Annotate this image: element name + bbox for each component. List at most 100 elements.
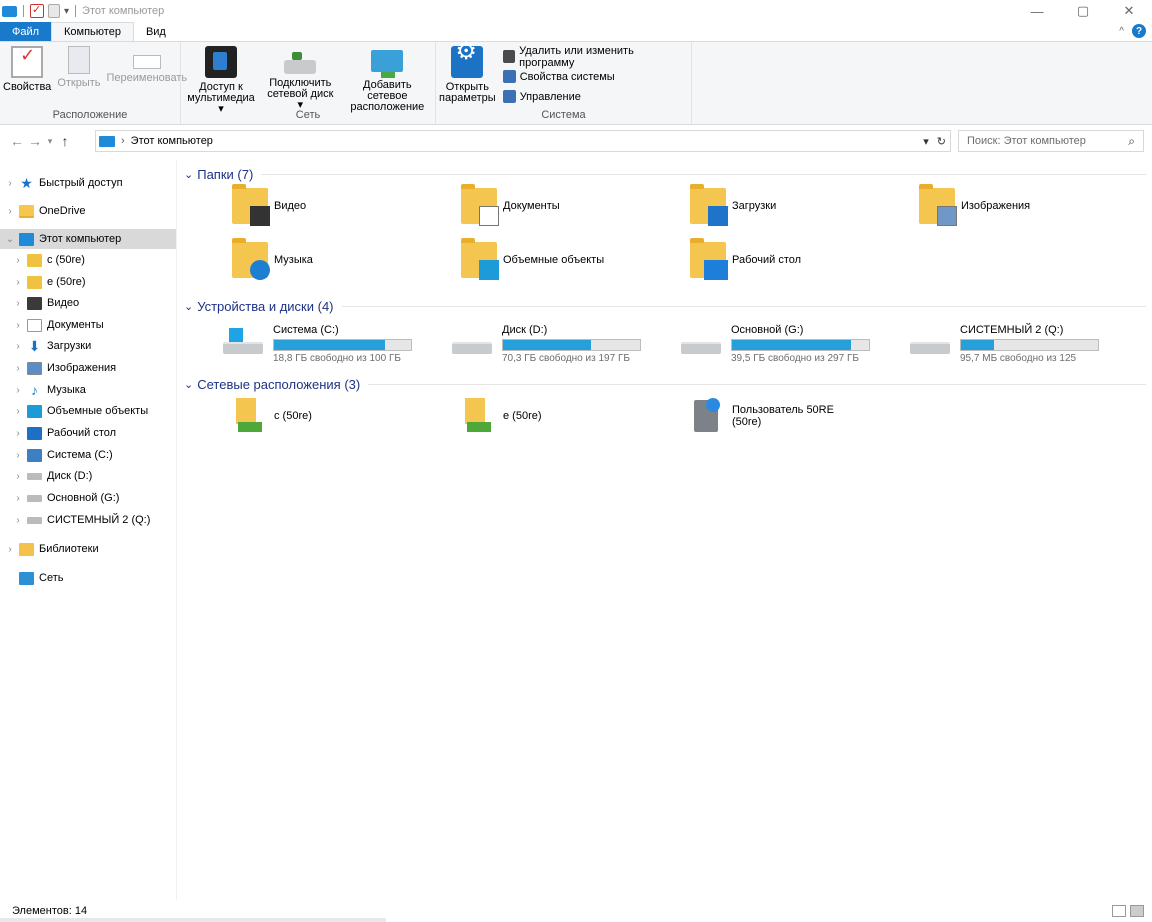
system-properties-icon: [502, 70, 516, 83]
sidebar-item-onedrive[interactable]: › OneDrive: [0, 201, 176, 221]
rename-icon: [132, 55, 161, 69]
chevron-right-icon[interactable]: ›: [13, 406, 23, 417]
network-group-header[interactable]: ⌄ Сетевые расположения (3): [184, 375, 1146, 393]
sidebar-item-pictures[interactable]: › Изображения: [0, 358, 176, 378]
back-arrow-icon[interactable]: ←: [8, 133, 26, 149]
address-bar[interactable]: › Этот компьютер ▾ ↻: [95, 130, 951, 152]
sidebar-item-drive-g[interactable]: › Основной (G:): [0, 488, 176, 508]
chevron-right-icon[interactable]: ›: [13, 341, 23, 352]
chevron-right-icon[interactable]: ›: [13, 471, 23, 482]
chevron-down-icon[interactable]: ⌄: [5, 234, 15, 245]
tab-view[interactable]: Вид: [134, 22, 178, 41]
chevron-down-icon[interactable]: ⌄: [184, 378, 193, 391]
chevron-right-icon[interactable]: ›: [13, 298, 23, 309]
hard-drive-icon: [27, 472, 42, 480]
folder-tile-pictures[interactable]: Изображения: [865, 182, 1090, 230]
sidebar-item-label: Этот компьютер: [39, 233, 122, 245]
tab-computer[interactable]: Компьютер: [51, 22, 134, 41]
title-bar: ▾ Этот компьютер — ▢ ✕: [0, 0, 1152, 22]
folder-tile-desktop[interactable]: Рабочий стол: [636, 236, 861, 284]
sidebar-item-3d-objects[interactable]: › Объемные объекты: [0, 401, 176, 421]
sidebar-item-music[interactable]: › ♪ Музыка: [0, 380, 176, 400]
sidebar-item-c-50re[interactable]: › c (50re): [0, 250, 176, 270]
folder-tile-3d-objects[interactable]: Объемные объекты: [407, 236, 632, 284]
sidebar-item-drive-q[interactable]: › СИСТЕМНЫЙ 2 (Q:): [0, 510, 176, 530]
folder-tile-documents[interactable]: Документы: [407, 182, 632, 230]
drive-tile-d[interactable]: Диск (D:) 70,3 ГБ свободно из 197 ГБ: [407, 320, 641, 368]
help-icon[interactable]: ?: [1132, 24, 1146, 38]
sidebar-item-label: Рабочий стол: [47, 427, 117, 439]
drive-tile-g[interactable]: Основной (G:) 39,5 ГБ свободно из 297 ГБ: [636, 320, 870, 368]
system-properties-button[interactable]: Свойства системы: [502, 68, 685, 85]
chevron-right-icon[interactable]: ›: [13, 385, 23, 396]
pictures-icon: [937, 206, 957, 226]
refresh-icon[interactable]: ↻: [937, 135, 946, 148]
minimize-button[interactable]: —: [1014, 0, 1060, 22]
sidebar-item-desktop[interactable]: › Рабочий стол: [0, 423, 176, 443]
new-folder-icon[interactable]: [48, 4, 60, 18]
chevron-right-icon[interactable]: ›: [5, 178, 15, 189]
chevron-right-icon[interactable]: ›: [13, 320, 23, 331]
address-dropdown-icon[interactable]: ▾: [923, 135, 929, 148]
chevron-right-icon[interactable]: ›: [13, 277, 23, 288]
drive-tile-c[interactable]: Система (C:) 18,8 ГБ свободно из 100 ГБ: [178, 320, 412, 368]
network-tile-c-50re[interactable]: c (50re): [178, 392, 403, 440]
network-header-label: Сетевые расположения (3): [197, 376, 361, 392]
forward-arrow-icon[interactable]: →: [26, 133, 44, 149]
sidebar-item-libraries[interactable]: › Библиотеки: [0, 539, 176, 559]
drives-group-header[interactable]: ⌄ Устройства и диски (4): [184, 297, 1146, 315]
sidebar-item-drive-c[interactable]: › Система (C:): [0, 445, 176, 465]
details-view-icon[interactable]: [1112, 905, 1126, 917]
hard-drive-icon: [27, 494, 42, 502]
folder-tile-music[interactable]: Музыка: [178, 236, 403, 284]
search-input[interactable]: Поиск: Этот компьютер ⌕: [958, 130, 1144, 152]
music-note-icon: [250, 260, 270, 280]
network-tile-e-50re[interactable]: e (50re): [407, 392, 632, 440]
chevron-right-icon[interactable]: ›: [5, 544, 15, 555]
system-properties-label: Свойства системы: [519, 70, 615, 83]
up-arrow-icon[interactable]: ↑: [56, 133, 74, 149]
horizontal-scrollbar[interactable]: [0, 918, 386, 922]
sidebar-item-video[interactable]: › Видео: [0, 293, 176, 313]
sidebar-item-this-pc[interactable]: ⌄ Этот компьютер: [0, 229, 176, 249]
chevron-right-icon[interactable]: ›: [13, 450, 23, 461]
chevron-right-icon[interactable]: ›: [13, 428, 23, 439]
chevron-down-icon[interactable]: ⌄: [184, 168, 193, 181]
folder-tile-downloads[interactable]: Загрузки: [636, 182, 861, 230]
sidebar-item-drive-d[interactable]: › Диск (D:): [0, 466, 176, 486]
recent-locations-icon[interactable]: ▾: [44, 136, 56, 147]
folders-group-header[interactable]: ⌄ Папки (7): [184, 165, 1146, 183]
chevron-right-icon[interactable]: ›: [13, 493, 23, 504]
collapse-ribbon-icon[interactable]: ^: [1119, 26, 1124, 37]
open-settings-label-2: параметры: [439, 92, 496, 104]
maximize-button[interactable]: ▢: [1060, 0, 1106, 22]
drive-tile-q[interactable]: СИСТЕМНЫЙ 2 (Q:) 95,7 МБ свободно из 125: [865, 320, 1099, 368]
folder-label: Документы: [503, 200, 560, 212]
properties-icon[interactable]: [30, 3, 44, 18]
drive-usage-bar: [731, 339, 870, 351]
sidebar-item-e-50re[interactable]: › e (50re): [0, 272, 176, 292]
chevron-right-icon[interactable]: ›: [13, 515, 23, 526]
drive-body: [910, 342, 950, 354]
chevron-right-icon[interactable]: ›: [13, 255, 23, 266]
folder-tile-video[interactable]: Видео: [178, 182, 403, 230]
sidebar-item-quick-access[interactable]: › ★ Быстрый доступ: [0, 173, 176, 193]
tiles-view-icon[interactable]: [1130, 905, 1144, 917]
chevron-right-icon[interactable]: ›: [13, 363, 23, 374]
chevron-right-icon[interactable]: ›: [5, 206, 15, 217]
close-button[interactable]: ✕: [1106, 0, 1152, 22]
sidebar-item-documents[interactable]: › Документы: [0, 315, 176, 335]
sidebar-item-network[interactable]: Сеть: [0, 568, 176, 588]
search-icon[interactable]: ⌕: [1128, 134, 1135, 149]
folder-part: [236, 398, 256, 424]
chevron-down-icon[interactable]: ⌄: [184, 300, 193, 313]
breadcrumb[interactable]: Этот компьютер: [131, 135, 213, 147]
uninstall-program-button[interactable]: Удалить или изменить программу: [502, 45, 685, 69]
network-drive-icon: [284, 52, 317, 74]
manage-button[interactable]: Управление: [502, 88, 685, 105]
customize-toolbar-icon[interactable]: ▾: [64, 6, 69, 17]
sidebar-item-downloads[interactable]: › ⬇ Загрузки: [0, 336, 176, 356]
drive-free-space: 95,7 МБ свободно из 125: [960, 353, 1077, 364]
network-tile-user-50re[interactable]: Пользователь 50RE (50re): [636, 392, 861, 440]
tab-file[interactable]: Файл: [0, 22, 51, 41]
